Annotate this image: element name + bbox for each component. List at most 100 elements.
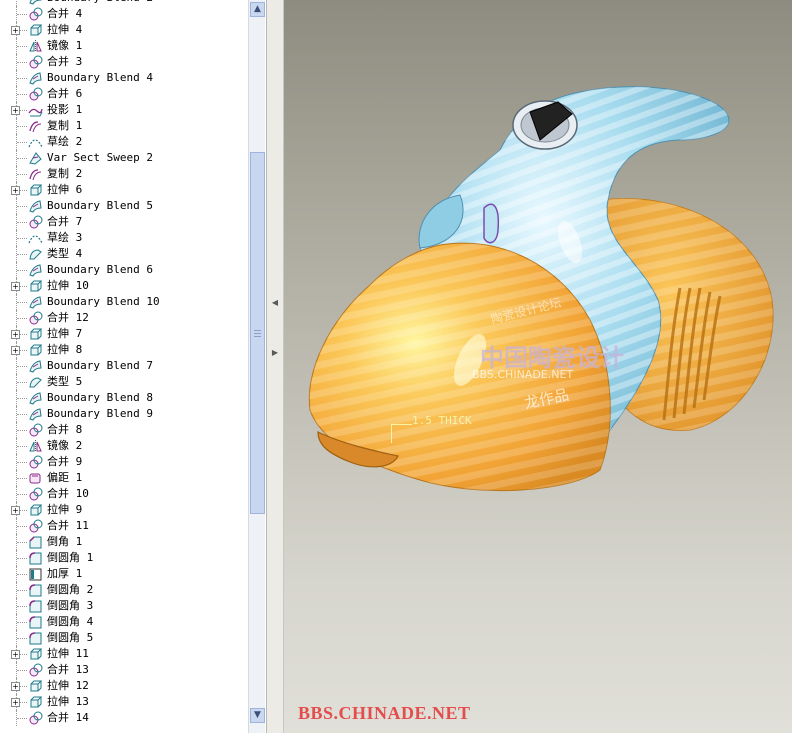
tree-row[interactable]: 镜像 2 <box>0 438 248 454</box>
tree-connector-horizontal <box>17 414 27 415</box>
dimension-text: 1.5 THICK <box>412 414 472 427</box>
tree-row[interactable]: Boundary Blend 4 <box>0 70 248 86</box>
tree-item-label: Boundary Blend 9 <box>47 407 153 420</box>
tree-row[interactable]: + 拉伸 6 <box>0 182 248 198</box>
expand-toggle-icon[interactable]: + <box>11 282 20 291</box>
tree-row[interactable]: 合并 9 <box>0 454 248 470</box>
tree-connector-horizontal <box>17 670 27 671</box>
tree-row[interactable]: 类型 5 <box>0 374 248 390</box>
tree-item-label: 合并 8 <box>47 423 83 436</box>
tree-row[interactable]: + 拉伸 10 <box>0 278 248 294</box>
tree-row[interactable]: 复制 2 <box>0 166 248 182</box>
tree-row[interactable]: + 拉伸 8 <box>0 342 248 358</box>
tree-vertical-scrollbar[interactable]: ▲ ▼ <box>248 0 265 733</box>
tree-item-label: 复制 1 <box>47 119 83 132</box>
boundary-blend-icon <box>28 263 43 277</box>
tree-row[interactable]: 合并 12 <box>0 310 248 326</box>
tree-item-label: 拉伸 10 <box>47 279 89 292</box>
expand-toggle-icon[interactable]: + <box>11 346 20 355</box>
merge-icon <box>28 455 43 469</box>
tree-row[interactable]: + 拉伸 12 <box>0 678 248 694</box>
expand-toggle-icon[interactable]: + <box>11 506 20 515</box>
tree-row[interactable]: 偏距 1 <box>0 470 248 486</box>
tree-row[interactable]: 倒圆角 5 <box>0 630 248 646</box>
tree-row[interactable]: 加厚 1 <box>0 566 248 582</box>
tree-row[interactable]: 倒圆角 4 <box>0 614 248 630</box>
tree-row[interactable]: 合并 7 <box>0 214 248 230</box>
tree-connector-horizontal <box>17 558 27 559</box>
collapse-left-icon[interactable]: ◀ <box>271 298 279 307</box>
extrude-icon <box>28 23 43 37</box>
tree-row[interactable]: Boundary Blend 9 <box>0 406 248 422</box>
tree-connector-horizontal <box>17 366 27 367</box>
tree-connector-horizontal <box>17 78 27 79</box>
tree-row[interactable]: Boundary Blend 7 <box>0 358 248 374</box>
tree-connector-horizontal <box>17 222 27 223</box>
tree-item-label: 合并 3 <box>47 55 83 68</box>
sketch-icon <box>28 135 43 149</box>
panel-splitter[interactable]: ◀ ▶ <box>266 0 284 733</box>
model-tree[interactable]: Boundary Blend 2合并 4+拉伸 4镜像 1合并 3Boundar… <box>0 0 248 726</box>
tree-item-label: 拉伸 7 <box>47 327 83 340</box>
tree-item-label: 合并 12 <box>47 311 89 324</box>
merge-icon <box>28 711 43 725</box>
tree-connector-horizontal <box>17 462 27 463</box>
tree-row[interactable]: Boundary Blend 6 <box>0 262 248 278</box>
project-icon <box>28 103 43 117</box>
tree-row[interactable]: 倒圆角 3 <box>0 598 248 614</box>
tree-row[interactable]: 倒圆角 1 <box>0 550 248 566</box>
graphics-viewport[interactable]: 1.5 THICK 陶瓷设计论坛 中国陶瓷设计 BBS.CHINADE.NET … <box>284 0 792 733</box>
footer-watermark-url: BBS.CHINADE.NET <box>298 703 471 723</box>
scroll-up-button[interactable]: ▲ <box>250 2 265 17</box>
tree-row[interactable]: 镜像 1 <box>0 38 248 54</box>
tree-row[interactable]: + 拉伸 11 <box>0 646 248 662</box>
tree-item-label: 倒圆角 3 <box>47 599 94 612</box>
expand-toggle-icon[interactable]: + <box>11 26 20 35</box>
tree-row[interactable]: 草绘 2 <box>0 134 248 150</box>
tree-row[interactable]: + 拉伸 7 <box>0 326 248 342</box>
tree-row[interactable]: 合并 3 <box>0 54 248 70</box>
expand-toggle-icon[interactable]: + <box>11 186 20 195</box>
expand-toggle-icon[interactable]: + <box>11 650 20 659</box>
expand-toggle-icon[interactable]: + <box>11 682 20 691</box>
tree-item-label: Var Sect Sweep 2 <box>47 151 153 164</box>
tree-connector-horizontal <box>17 446 27 447</box>
tree-connector-horizontal <box>17 638 27 639</box>
tree-row[interactable]: 草绘 3 <box>0 230 248 246</box>
tree-row[interactable]: 合并 8 <box>0 422 248 438</box>
tree-row[interactable]: 合并 11 <box>0 518 248 534</box>
tree-connector-horizontal <box>17 718 27 719</box>
copy-icon <box>28 167 43 181</box>
tree-row[interactable]: 合并 14 <box>0 710 248 726</box>
tree-row[interactable]: + 拉伸 9 <box>0 502 248 518</box>
scroll-thumb[interactable] <box>250 152 265 514</box>
tree-row[interactable]: 合并 4 <box>0 6 248 22</box>
tree-row[interactable]: 复制 1 <box>0 118 248 134</box>
tree-row[interactable]: 倒角 1 <box>0 534 248 550</box>
tree-row[interactable]: 倒圆角 2 <box>0 582 248 598</box>
model-tree-panel[interactable]: Boundary Blend 2合并 4+拉伸 4镜像 1合并 3Boundar… <box>0 0 266 733</box>
tree-row[interactable]: + 拉伸 13 <box>0 694 248 710</box>
tree-row[interactable]: 类型 4 <box>0 246 248 262</box>
expand-toggle-icon[interactable]: + <box>11 330 20 339</box>
tree-row[interactable]: 合并 10 <box>0 486 248 502</box>
tree-row[interactable]: Boundary Blend 10 <box>0 294 248 310</box>
tree-row[interactable]: Var Sect Sweep 2 <box>0 150 248 166</box>
scroll-down-button[interactable]: ▼ <box>250 708 265 723</box>
tree-row[interactable]: Boundary Blend 5 <box>0 198 248 214</box>
tree-connector-horizontal <box>17 526 27 527</box>
expand-right-icon[interactable]: ▶ <box>271 348 279 357</box>
tree-connector-horizontal <box>17 382 27 383</box>
tree-row[interactable]: + 拉伸 4 <box>0 22 248 38</box>
boundary-blend-icon <box>28 0 43 5</box>
tree-row[interactable]: 合并 13 <box>0 662 248 678</box>
expand-toggle-icon[interactable]: + <box>11 698 20 707</box>
round-icon <box>28 615 43 629</box>
tree-connector-horizontal <box>17 542 27 543</box>
tree-connector-horizontal <box>17 318 27 319</box>
tree-row[interactable]: Boundary Blend 8 <box>0 390 248 406</box>
tree-row[interactable]: 合并 6 <box>0 86 248 102</box>
tree-row[interactable]: + 投影 1 <box>0 102 248 118</box>
expand-toggle-icon[interactable]: + <box>11 106 20 115</box>
tree-connector-horizontal <box>17 302 27 303</box>
